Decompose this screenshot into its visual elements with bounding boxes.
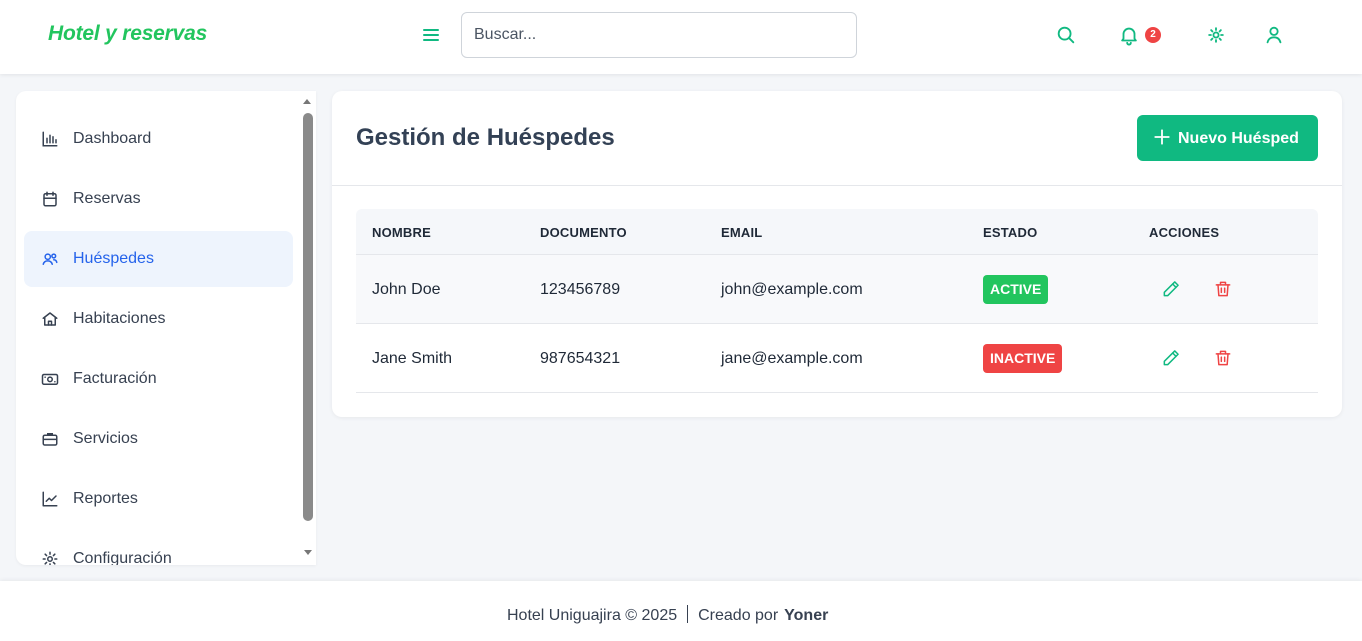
search-input[interactable] <box>462 13 856 57</box>
new-guest-label: Nuevo Huésped <box>1178 130 1299 147</box>
trash-icon[interactable] <box>1213 348 1233 368</box>
guest-name: Jane Smith <box>372 350 453 367</box>
sidebar: Dashboard Reservas Huéspedes Habitacione… <box>16 91 316 565</box>
status-badge: INACTIVE <box>983 344 1063 373</box>
table-row: John Doe 123456789 john@example.com ACTI… <box>356 255 1318 324</box>
guest-email: jane@example.com <box>721 350 863 367</box>
gear-icon[interactable] <box>1205 24 1227 46</box>
notification-badge: 2 <box>1145 27 1161 43</box>
footer-author: Yoner <box>784 607 829 624</box>
sidebar-item-label: Huéspedes <box>73 250 154 267</box>
brand-logo[interactable]: Hotel y reservas <box>48 22 207 46</box>
footer-created-by: Creado por <box>698 607 779 624</box>
sidebar-item-label: Dashboard <box>73 130 152 147</box>
page-footer: Hotel Uniguajira © 2025 Creado por Yoner <box>0 581 1362 641</box>
status-badge: ACTIVE <box>983 275 1049 304</box>
sidebar-item-huespedes[interactable]: Huéspedes <box>24 231 293 287</box>
sidebar-item-configuracion[interactable]: Configuración <box>24 531 293 565</box>
scroll-up-arrow[interactable] <box>303 99 311 104</box>
sidebar-item-label: Configuración <box>73 550 172 565</box>
chart-icon <box>42 131 58 147</box>
column-header-acciones: ACCIONES <box>1149 225 1220 240</box>
guest-document: 987654321 <box>540 350 621 367</box>
column-header-email: EMAIL <box>721 225 763 240</box>
sidebar-item-facturacion[interactable]: Facturación <box>24 351 293 407</box>
footer-text: Hotel Uniguajira © 2025 Creado por Yoner <box>507 605 828 625</box>
trend-icon <box>42 491 58 507</box>
table-row: Jane Smith 987654321 jane@example.com IN… <box>356 324 1318 393</box>
menu-icon[interactable] <box>419 23 443 47</box>
users-icon <box>42 253 58 265</box>
trash-icon[interactable] <box>1213 279 1233 299</box>
sidebar-item-label: Facturación <box>73 370 157 387</box>
guest-email: john@example.com <box>721 281 863 298</box>
guests-card: Gestión de Huéspedes Nuevo Huésped NOMBR… <box>332 91 1342 417</box>
search-icon[interactable] <box>1055 24 1077 46</box>
plus-icon <box>1154 129 1170 145</box>
sidebar-item-reportes[interactable]: Reportes <box>24 471 293 527</box>
home-icon <box>42 312 58 326</box>
edit-icon[interactable] <box>1161 348 1181 368</box>
column-header-documento: DOCUMENTO <box>540 225 627 240</box>
bell-icon[interactable] <box>1118 24 1140 46</box>
search-field[interactable] <box>461 12 857 58</box>
sidebar-scrollbar[interactable] <box>303 113 313 521</box>
column-header-estado: ESTADO <box>983 225 1038 240</box>
new-guest-button[interactable]: Nuevo Huésped <box>1137 115 1318 161</box>
sidebar-item-dashboard[interactable]: Dashboard <box>24 111 293 167</box>
card-divider <box>332 185 1342 186</box>
sidebar-item-label: Habitaciones <box>73 310 166 327</box>
gear-icon <box>42 551 58 565</box>
edit-icon[interactable] <box>1161 279 1181 299</box>
sidebar-item-label: Reportes <box>73 490 138 507</box>
sidebar-item-servicios[interactable]: Servicios <box>24 411 293 467</box>
guest-document: 123456789 <box>540 281 621 298</box>
sidebar-item-habitaciones[interactable]: Habitaciones <box>24 291 293 347</box>
top-header: Hotel y reservas 2 <box>0 0 1362 74</box>
column-header-nombre: NOMBRE <box>372 225 431 240</box>
guest-name: John Doe <box>372 281 441 298</box>
table-header: NOMBRE DOCUMENTO EMAIL ESTADO ACCIONES <box>356 209 1318 255</box>
sidebar-item-label: Servicios <box>73 430 138 447</box>
page-title: Gestión de Huéspedes <box>356 124 615 151</box>
scroll-down-arrow[interactable] <box>304 550 312 555</box>
briefcase-icon <box>42 433 58 446</box>
user-icon[interactable] <box>1263 24 1285 46</box>
calendar-icon <box>43 191 57 207</box>
footer-separator <box>687 605 689 623</box>
sidebar-item-label: Reservas <box>73 190 141 207</box>
footer-copyright: Hotel Uniguajira © 2025 <box>507 607 678 624</box>
sidebar-item-reservas[interactable]: Reservas <box>24 171 293 227</box>
cash-icon <box>41 373 59 385</box>
